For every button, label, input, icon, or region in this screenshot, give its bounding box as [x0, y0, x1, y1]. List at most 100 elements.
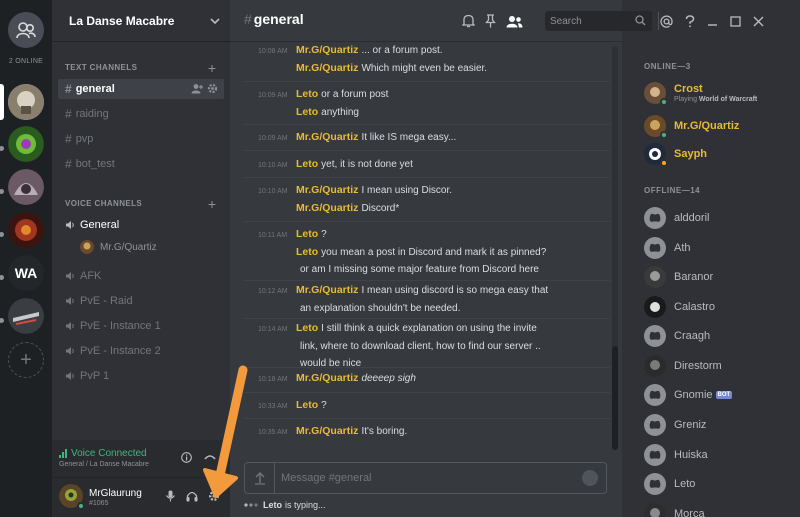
message-author[interactable]: Mr.G/Quartiz	[296, 62, 358, 74]
member-item[interactable]: Craagh	[644, 325, 710, 347]
voice-connection-panel: Voice Connected General / La Danse Macab…	[52, 440, 230, 478]
create-voice-channel-button[interactable]: +	[208, 197, 216, 211]
voice-channel-pve-instance-1[interactable]: PvE - Instance 1	[58, 316, 224, 336]
timestamp: 10:18 AM	[258, 376, 288, 383]
guild-icon-la-danse-macabre[interactable]	[8, 84, 44, 120]
message-author[interactable]: Leto	[296, 106, 318, 118]
help-question-icon[interactable]	[685, 14, 695, 28]
add-server-button[interactable]: +	[8, 342, 44, 378]
avatar	[644, 296, 666, 318]
microphone-icon[interactable]	[165, 490, 176, 502]
member-list-icon[interactable]	[506, 15, 523, 28]
member-list: ONLINE—3 Crost Playing World of Warcraft…	[622, 42, 800, 517]
notification-bell-icon[interactable]	[462, 14, 475, 28]
message-author[interactable]: Leto	[296, 399, 318, 411]
message-input[interactable]	[281, 470, 571, 486]
message-author[interactable]: Leto	[296, 246, 318, 258]
message-author[interactable]: Leto	[296, 88, 318, 100]
message-author[interactable]: Leto	[296, 228, 318, 240]
message-author[interactable]: Mr.G/Quartiz	[296, 131, 358, 143]
bot-badge: BOT	[715, 391, 733, 400]
message-author[interactable]: Mr.G/Quartiz	[296, 184, 358, 196]
member-item[interactable]: Direstorm	[644, 355, 722, 377]
member-name: Sayph	[674, 148, 708, 160]
channel-settings-gear-icon[interactable]	[207, 83, 218, 94]
pinned-messages-icon[interactable]	[485, 14, 496, 28]
message-author[interactable]: Mr.G/Quartiz	[296, 372, 358, 384]
user-settings-gear-icon[interactable]	[208, 490, 220, 502]
guild-icon-6[interactable]	[8, 298, 44, 334]
guild-icon-wa[interactable]: WA	[8, 255, 44, 291]
channel-pvp[interactable]: # pvp	[58, 129, 224, 149]
guild-icon-3[interactable]	[8, 169, 44, 205]
member-item[interactable]: Calastro	[644, 296, 715, 318]
message-list[interactable]: 10:08 AM Mr.G/Quartiz... or a forum post.…	[230, 42, 622, 454]
voice-channels-category[interactable]: VOICE CHANNELS	[65, 199, 142, 208]
message-author[interactable]: Mr.G/Quartiz	[296, 425, 358, 437]
search-box[interactable]	[545, 11, 652, 31]
voice-status[interactable]: Voice Connected	[59, 448, 147, 459]
message-text: Which might even be easier.	[361, 63, 488, 74]
voice-channel-label: AFK	[80, 270, 102, 282]
voice-channel-label: PvE - Instance 1	[80, 320, 161, 332]
guild-icon-2[interactable]	[8, 126, 44, 162]
member-item[interactable]: Gnomie BOT	[644, 384, 733, 406]
scrollbar-thumb[interactable]	[612, 346, 618, 450]
member-item[interactable]: Mr.G/Quartiz	[644, 115, 739, 139]
member-name: Gnomie BOT	[674, 389, 733, 401]
status-online-indicator	[660, 98, 668, 106]
text-channels-category[interactable]: TEXT CHANNELS	[65, 63, 137, 72]
message-author[interactable]: Mr.G/Quartiz	[296, 202, 358, 214]
minimize-icon[interactable]	[707, 16, 718, 27]
header-window-controls	[660, 0, 764, 42]
member-item[interactable]: Huiska	[644, 444, 708, 466]
message-divider	[244, 150, 610, 151]
hash-icon: #	[244, 11, 252, 27]
member-item[interactable]: Crost Playing World of Warcraft	[644, 82, 757, 106]
search-input[interactable]	[550, 14, 630, 28]
avatar[interactable]	[59, 484, 85, 510]
channel-bot-test[interactable]: # bot_test	[58, 154, 224, 174]
member-item[interactable]: Baranor	[644, 266, 713, 288]
channel-raiding[interactable]: # raiding	[58, 104, 224, 124]
member-item[interactable]: Ath	[644, 237, 691, 259]
channel-general[interactable]: # general	[58, 79, 224, 99]
create-text-channel-button[interactable]: +	[208, 61, 216, 75]
close-icon[interactable]	[753, 16, 764, 27]
avatar	[80, 240, 94, 254]
voice-channel-member[interactable]: Mr.G/Quartiz	[80, 240, 157, 254]
voice-channel-pvp-1[interactable]: PvP 1	[58, 366, 224, 386]
voice-channel-afk[interactable]: AFK	[58, 266, 224, 286]
voice-channel-label: PvE - Raid	[80, 295, 133, 307]
message-author[interactable]: Mr.G/Quartiz	[296, 284, 358, 296]
message-group: 10:08 AM Mr.G/Quartiz... or a forum post.…	[258, 42, 608, 77]
voice-channel-pve-raid[interactable]: PvE - Raid	[58, 291, 224, 311]
member-item[interactable]: alddoril	[644, 207, 709, 229]
message-author[interactable]: Leto	[296, 158, 318, 170]
member-item[interactable]: Morca	[644, 503, 705, 517]
member-item[interactable]: Sayph	[644, 143, 708, 167]
disconnect-icon[interactable]	[204, 452, 216, 463]
guild-icon-4[interactable]	[8, 212, 44, 248]
maximize-icon[interactable]	[730, 15, 741, 27]
username: MrGlaurung	[89, 488, 142, 499]
invite-icon[interactable]	[191, 83, 203, 94]
voice-channel-pve-instance-2[interactable]: PvE - Instance 2	[58, 341, 224, 361]
server-header[interactable]: La Danse Macabre	[52, 0, 230, 42]
message-author[interactable]: Mr.G/Quartiz	[296, 44, 358, 56]
voice-channel-general[interactable]: General	[58, 215, 224, 235]
message-text: I still think a quick explanation on usi…	[321, 323, 537, 334]
message-author[interactable]: Leto	[296, 322, 318, 334]
discord-default-avatar-icon	[644, 207, 666, 229]
mentions-at-icon[interactable]	[660, 15, 673, 28]
member-name: Greniz	[674, 419, 707, 431]
friends-home-button[interactable]	[8, 12, 44, 48]
hash-icon: #	[65, 157, 72, 171]
emoji-picker-icon[interactable]	[582, 470, 598, 486]
upload-button[interactable]	[245, 463, 275, 493]
info-icon[interactable]	[181, 452, 192, 463]
headphones-icon[interactable]	[186, 490, 198, 502]
member-item[interactable]: Leto	[644, 473, 695, 495]
member-item[interactable]: Greniz	[644, 414, 706, 436]
timestamp: 10:35 AM	[258, 429, 288, 436]
